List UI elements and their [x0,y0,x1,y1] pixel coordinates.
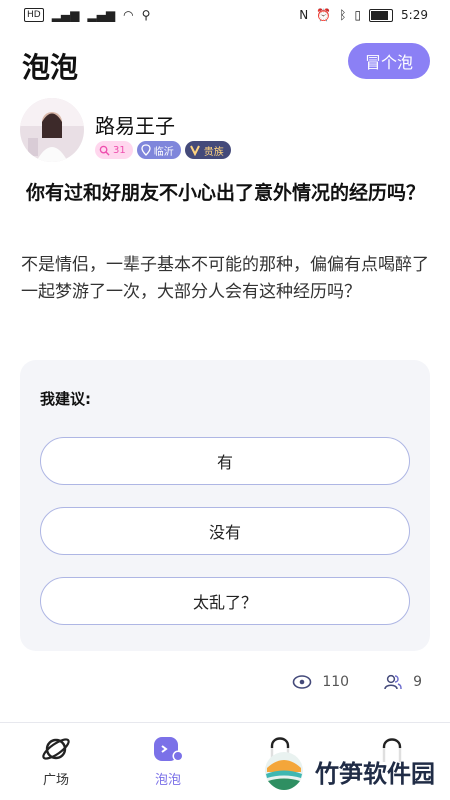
bluetooth-icon: ᛒ [339,8,347,22]
status-left: HD ▂▄▆ ▂▄▆ ◠ ⚲ [24,8,150,22]
participants-count: 9 [413,674,422,690]
status-bar: HD ▂▄▆ ▂▄▆ ◠ ⚲ N ⏰ ᛒ ▯ 5:29 [0,0,450,32]
post-question: 你有过和好朋友不小心出了意外情况的经历吗？ [26,182,426,204]
page-title: 泡泡 [22,51,79,84]
tab-bubble[interactable]: 泡泡 [133,734,203,788]
suggestion-title: 我建议: [40,390,91,408]
location-text: 临沂 [153,146,174,158]
watermark-logo-icon [265,752,303,790]
noble-text: 贵族 [203,146,224,158]
planet-icon [42,738,70,760]
location-icon [141,144,151,156]
tabbar-divider [0,722,450,723]
suggestion-card: 我建议: 有 没有 太乱了？ [20,360,430,651]
battery-icon [369,8,394,22]
avatar-image [20,98,84,162]
post-stats: 110 9 [292,673,422,691]
views-count: 110 [322,674,350,690]
post-content: 不是情侣，一辈子基本不可能的那种，偏偏有点喝醉了一起梦游了一次，大部分人会有这种… [21,255,429,302]
user-badges: 31 临沂 贵族 [95,141,231,159]
option-yes-button[interactable]: 有 [40,437,410,485]
watermark: 竹笋软件园 [263,748,443,794]
level-value: 31 [113,144,126,156]
views-stat: 110 [292,674,349,690]
option-no-button[interactable]: 没有 [40,507,410,555]
search-icon [99,145,110,156]
tab-square[interactable]: 广场 [21,734,91,788]
level-badge: 31 [95,141,133,159]
usb-icon: ⚲ [141,8,151,22]
signal-icon: ▂▄▆ [51,8,80,22]
alarm-icon: ⏰ [316,8,332,22]
hd-indicator: HD [24,8,44,22]
status-right: N ⏰ ᛒ ▯ 5:29 [299,8,428,22]
watermark-text: 竹笋软件园 [315,759,435,788]
username[interactable]: 路易王子 [95,110,175,139]
v-icon [189,145,200,156]
post-bubble-button[interactable]: 冒个泡 [348,43,430,79]
avatar[interactable] [20,98,84,162]
wifi-icon: ◠ [123,8,134,22]
time: 5:29 [401,8,428,22]
signal-icon: ▂▄▆ [87,8,116,22]
vibrate-icon: ▯ [354,8,362,22]
option-messy-button[interactable]: 太乱了？ [40,577,410,625]
tab-square-label: 广场 [42,773,69,788]
participants-stat: 9 [383,673,422,691]
participants-icon [384,674,402,690]
location-badge: 临沂 [136,141,181,159]
bubble-icon [154,737,184,762]
eye-icon [293,675,312,689]
tab-bubble-label: 泡泡 [154,773,181,788]
noble-badge: 贵族 [184,141,231,159]
nfc-icon: N [299,8,309,22]
